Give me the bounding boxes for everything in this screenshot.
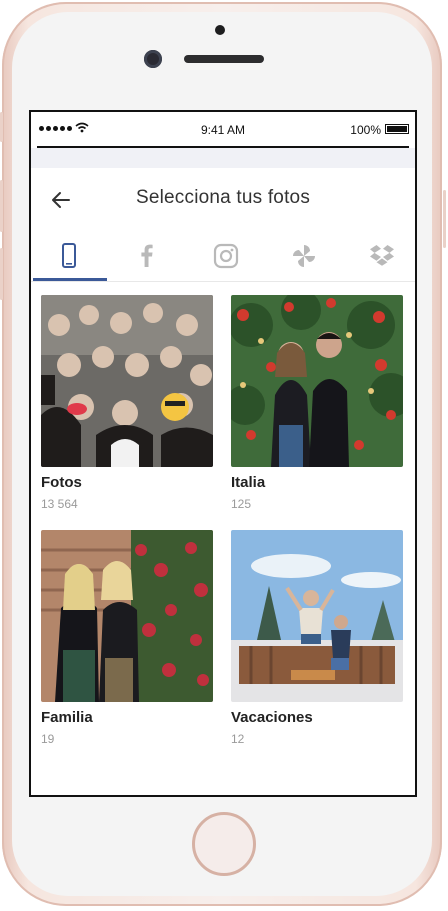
album-name: Vacaciones: [231, 709, 313, 726]
album-thumbnail: [41, 295, 213, 467]
album-thumbnail: [231, 530, 403, 702]
album-name: Fotos: [41, 474, 82, 491]
tab-facebook[interactable]: [109, 231, 185, 279]
power-button: [443, 190, 446, 248]
battery-icon: [385, 124, 409, 134]
facebook-icon: [141, 244, 153, 267]
tab-instagram[interactable]: [187, 231, 263, 279]
source-tabs: [31, 231, 415, 282]
volume-down-button: [0, 248, 3, 300]
album-thumbnail: [231, 295, 403, 467]
album-name: Familia: [41, 709, 93, 726]
tab-google-photos[interactable]: [265, 231, 341, 279]
front-camera: [144, 50, 162, 68]
mute-switch: [0, 112, 3, 142]
album-thumbnail: [41, 530, 213, 702]
album-card-fotos[interactable]: Fotos 13 564: [41, 295, 213, 511]
tab-device[interactable]: [31, 231, 107, 281]
album-count: 12: [231, 732, 245, 746]
volume-up-button: [0, 180, 3, 232]
home-button[interactable]: [192, 812, 256, 876]
app-screen: 9:41 AM 100% Selecciona tus fotos Fotos …: [29, 110, 417, 797]
status-bar: 9:41 AM 100%: [31, 112, 415, 146]
active-tab-indicator: [33, 278, 107, 281]
album-card-vacaciones[interactable]: Vacaciones 12: [231, 530, 403, 746]
dropbox-icon: [370, 245, 394, 266]
instagram-icon: [213, 243, 239, 269]
tab-dropbox[interactable]: [343, 231, 415, 279]
album-card-italia[interactable]: Italia 125: [231, 295, 403, 511]
phone-icon: [62, 243, 76, 268]
page-title: Selecciona tus fotos: [135, 187, 311, 208]
album-count: 13 564: [41, 497, 78, 511]
album-name: Italia: [231, 474, 266, 491]
proximity-sensor: [215, 25, 225, 35]
album-count: 19: [41, 732, 55, 746]
battery-percentage: 100%: [350, 123, 381, 137]
pinwheel-icon: [293, 245, 315, 267]
earpiece-speaker: [184, 55, 264, 63]
album-card-familia[interactable]: Familia 19: [41, 530, 213, 746]
header-band: [31, 148, 415, 168]
album-count: 125: [231, 497, 252, 511]
